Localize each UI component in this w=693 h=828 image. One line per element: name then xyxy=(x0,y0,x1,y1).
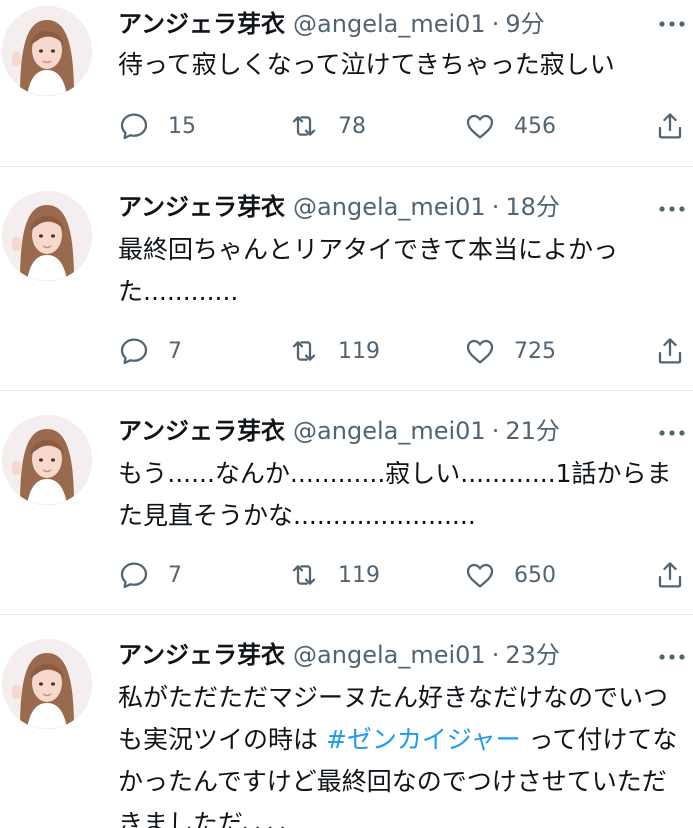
hashtag-link[interactable]: #ゼンカイジャー xyxy=(326,725,521,754)
tweet-header: アンジェラ芽衣 @angela_mei01 · 21分 xyxy=(118,411,653,451)
tweet-header: アンジェラ芽衣 @angela_mei01 · 9分 xyxy=(118,4,653,44)
avatar[interactable] xyxy=(2,639,92,729)
reply-icon xyxy=(118,335,150,367)
tweet[interactable]: アンジェラ芽衣 @angela_mei01 · 18分 最終回ちゃんとリアタイできて本… xyxy=(0,167,693,391)
retweet-button[interactable]: 119 xyxy=(288,557,380,593)
share-icon xyxy=(654,110,686,142)
tweet-header: アンジェラ芽衣 @angela_mei01 · 23分 xyxy=(118,635,653,675)
like-icon xyxy=(464,110,496,142)
tweet-text: 私がただただマジーヌたん好きなだけなのでいつも実況ツイの時は #ゼンカイジャー … xyxy=(118,677,683,828)
more-icon[interactable] xyxy=(657,647,687,667)
share-button[interactable] xyxy=(654,333,686,369)
retweet-button[interactable]: 78 xyxy=(288,108,366,144)
timestamp[interactable]: 21分 xyxy=(505,417,560,445)
separator: · xyxy=(491,193,500,221)
separator: · xyxy=(491,10,500,38)
user-handle[interactable]: @angela_mei01 xyxy=(293,193,486,221)
more-icon[interactable] xyxy=(657,423,687,443)
reply-count: 7 xyxy=(168,338,182,364)
like-icon xyxy=(464,559,496,591)
tweet[interactable]: アンジェラ芽衣 @angela_mei01 · 23分 私がただただマジーヌたん好きな… xyxy=(0,615,693,828)
reply-count: 7 xyxy=(168,562,182,588)
tweet-text: もう......なんか............寂しい............1話… xyxy=(118,459,672,530)
retweet-count: 119 xyxy=(338,338,380,364)
display-name[interactable]: アンジェラ芽衣 xyxy=(118,641,285,669)
timestamp[interactable]: 9分 xyxy=(505,10,544,38)
user-handle[interactable]: @angela_mei01 xyxy=(293,417,486,445)
tweet-header: アンジェラ芽衣 @angela_mei01 · 18分 xyxy=(118,187,653,227)
display-name[interactable]: アンジェラ芽衣 xyxy=(118,10,285,38)
avatar[interactable] xyxy=(2,415,92,505)
share-icon xyxy=(654,335,686,367)
tweet[interactable]: アンジェラ芽衣 @angela_mei01 · 9分 待って寂しくなって泣けてきちゃっ… xyxy=(0,0,693,167)
separator: · xyxy=(491,641,500,669)
timestamp[interactable]: 23分 xyxy=(505,641,560,669)
tweet-actions: 15 78 456 xyxy=(118,108,693,144)
like-count: 456 xyxy=(514,113,556,139)
retweet-button[interactable]: 119 xyxy=(288,333,380,369)
retweet-count: 119 xyxy=(338,562,380,588)
retweet-icon xyxy=(288,110,320,142)
retweet-icon xyxy=(288,559,320,591)
timeline: アンジェラ芽衣 @angela_mei01 · 9分 待って寂しくなって泣けてきちゃっ… xyxy=(0,0,693,828)
like-button[interactable]: 456 xyxy=(464,108,556,144)
share-icon xyxy=(654,559,686,591)
avatar[interactable] xyxy=(2,191,92,281)
more-icon[interactable] xyxy=(657,199,687,219)
reply-icon xyxy=(118,559,150,591)
separator: · xyxy=(491,417,500,445)
reply-button[interactable]: 7 xyxy=(118,557,182,593)
retweet-icon xyxy=(288,335,320,367)
reply-button[interactable]: 7 xyxy=(118,333,182,369)
like-count: 725 xyxy=(514,338,556,364)
timestamp[interactable]: 18分 xyxy=(505,193,560,221)
retweet-count: 78 xyxy=(338,113,366,139)
user-handle[interactable]: @angela_mei01 xyxy=(293,10,486,38)
avatar[interactable] xyxy=(2,6,92,96)
display-name[interactable]: アンジェラ芽衣 xyxy=(118,417,285,445)
reply-button[interactable]: 15 xyxy=(118,108,196,144)
like-button[interactable]: 650 xyxy=(464,557,556,593)
reply-count: 15 xyxy=(168,113,196,139)
like-icon xyxy=(464,335,496,367)
share-button[interactable] xyxy=(654,557,686,593)
tweet-actions: 7 119 725 xyxy=(118,333,693,369)
reply-icon xyxy=(118,110,150,142)
display-name[interactable]: アンジェラ芽衣 xyxy=(118,193,285,221)
user-handle[interactable]: @angela_mei01 xyxy=(293,641,486,669)
tweet-text: 待って寂しくなって泣けてきちゃった寂しい xyxy=(118,50,615,79)
share-button[interactable] xyxy=(654,108,686,144)
like-count: 650 xyxy=(514,562,556,588)
tweet-text: 最終回ちゃんとリアタイできて本当によかった............ xyxy=(118,235,619,306)
more-icon[interactable] xyxy=(657,14,687,34)
tweet-actions: 7 119 650 xyxy=(118,557,693,593)
like-button[interactable]: 725 xyxy=(464,333,556,369)
tweet[interactable]: アンジェラ芽衣 @angela_mei01 · 21分 もう......なんか....… xyxy=(0,391,693,615)
